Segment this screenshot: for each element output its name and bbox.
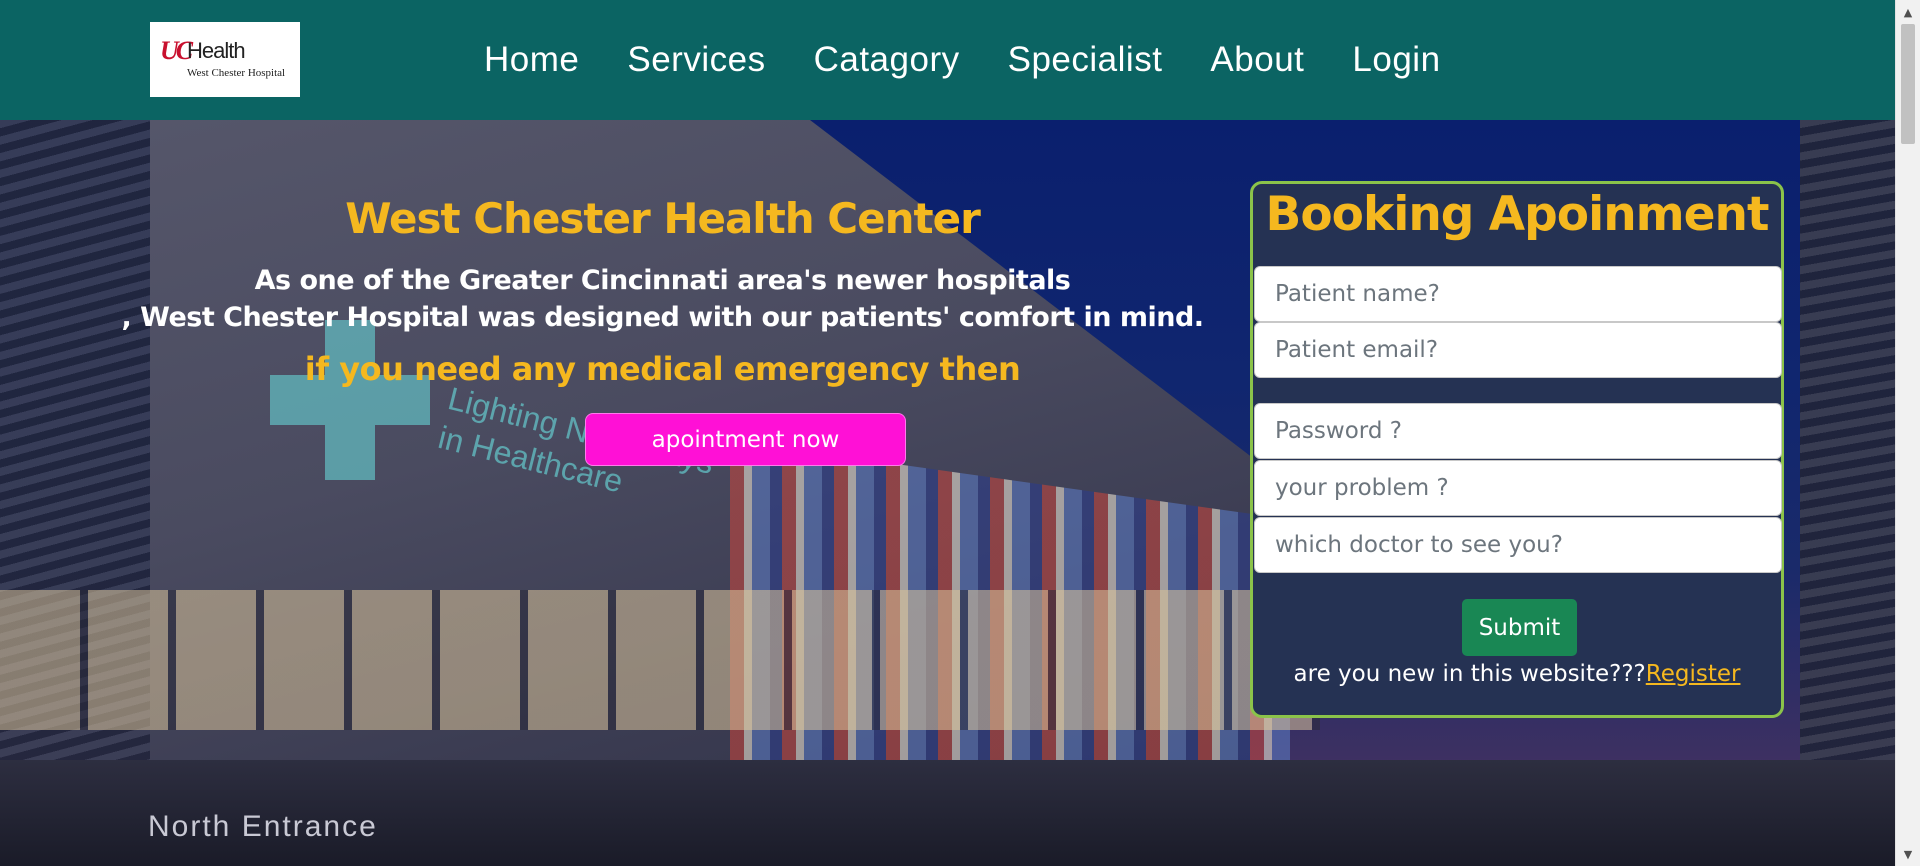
site-header: UC Health West Chester Hospital Home Ser…	[0, 0, 1895, 120]
logo-subtitle: West Chester Hospital	[187, 67, 286, 79]
submit-button[interactable]: Submit	[1462, 599, 1577, 656]
hero-description-line-2: , West Chester Hospital was designed wit…	[121, 302, 1204, 333]
scrollbar-thumb[interactable]	[1901, 24, 1915, 144]
booking-form: Booking Apoinment Submit are you new in …	[1250, 181, 1784, 718]
logo-mark: UC	[160, 36, 193, 65]
patient-email-input[interactable]	[1254, 322, 1782, 378]
hero-description-line-1: As one of the Greater Cincinnati area's …	[254, 265, 1071, 296]
booking-title: Booking Apoinment	[1265, 187, 1770, 242]
nav-about[interactable]: About	[1210, 40, 1304, 80]
hero-description: As one of the Greater Cincinnati area's …	[0, 262, 1325, 336]
entrance-sign: North Entrance	[148, 810, 378, 843]
hero-title: West Chester Health Center	[345, 194, 981, 243]
nav-category[interactable]: Catagory	[814, 40, 960, 80]
page-scrollbar[interactable]: ▲ ▼	[1895, 0, 1920, 866]
register-prompt: are you new in this website???Register	[1253, 661, 1781, 687]
doctor-input[interactable]	[1254, 517, 1782, 573]
register-link[interactable]: Register	[1646, 661, 1741, 687]
hero-emergency-text: if you need any medical emergency then	[304, 350, 1021, 388]
nav-login[interactable]: Login	[1352, 40, 1440, 80]
hero-background-windows	[0, 590, 1320, 730]
problem-input[interactable]	[1254, 460, 1782, 516]
nav-home[interactable]: Home	[484, 40, 579, 80]
chevron-down-icon[interactable]: ▼	[1896, 842, 1920, 866]
register-prompt-text: are you new in this website???	[1293, 661, 1646, 687]
patient-name-input[interactable]	[1254, 266, 1782, 322]
nav-specialist[interactable]: Specialist	[1008, 40, 1163, 80]
hospital-cross-icon	[270, 320, 430, 480]
password-input[interactable]	[1254, 403, 1782, 459]
main-nav: Home Services Catagory Specialist About …	[460, 0, 1465, 120]
appointment-now-button[interactable]: apointment now	[585, 413, 906, 466]
hero-background-right	[1800, 120, 1895, 866]
nav-services[interactable]: Services	[627, 40, 765, 80]
chevron-up-icon[interactable]: ▲	[1896, 0, 1920, 24]
logo-name: Health	[187, 38, 246, 63]
hospital-logo[interactable]: UC Health West Chester Hospital	[150, 22, 300, 97]
